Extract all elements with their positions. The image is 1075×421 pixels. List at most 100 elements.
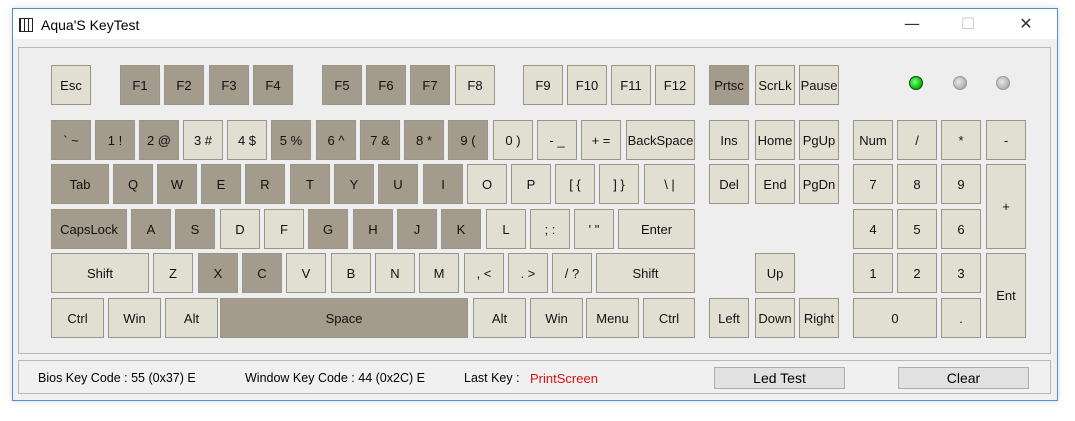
key-p[interactable]: P — [511, 164, 551, 204]
key-numpad-3[interactable]: 3 — [941, 253, 981, 293]
key-left[interactable]: Left — [709, 298, 749, 338]
key-numpad-star[interactable]: * — [941, 120, 981, 160]
key-h[interactable]: H — [353, 209, 393, 249]
key-numpad-2[interactable]: 2 — [897, 253, 937, 293]
key-f1[interactable]: F1 — [120, 65, 160, 105]
key-numpad-4[interactable]: 4 — [853, 209, 893, 249]
key-numpad-7[interactable]: 7 — [853, 164, 893, 204]
key-u[interactable]: U — [378, 164, 418, 204]
key-tab[interactable]: Tab — [51, 164, 109, 204]
key-num-lock[interactable]: Num — [853, 120, 893, 160]
key-f7[interactable]: F7 — [410, 65, 450, 105]
key-w[interactable]: W — [157, 164, 197, 204]
key-scrlk[interactable]: ScrLk — [755, 65, 795, 105]
key-f9[interactable]: F9 — [523, 65, 563, 105]
key-right-shift[interactable]: Shift — [596, 253, 695, 293]
key-6[interactable]: 6 ^ — [316, 120, 356, 160]
key-semicolon[interactable]: ; : — [530, 209, 570, 249]
key-menu[interactable]: Menu — [586, 298, 639, 338]
key-numpad-dot[interactable]: . — [941, 298, 981, 338]
key-r[interactable]: R — [245, 164, 285, 204]
key-f12[interactable]: F12 — [655, 65, 695, 105]
key-x[interactable]: X — [198, 253, 238, 293]
key-f10[interactable]: F10 — [567, 65, 607, 105]
key-f4[interactable]: F4 — [253, 65, 293, 105]
key-left-win[interactable]: Win — [108, 298, 161, 338]
key-numpad-slash[interactable]: / — [897, 120, 937, 160]
key-f11[interactable]: F11 — [611, 65, 651, 105]
key-end[interactable]: End — [755, 164, 795, 204]
key-quote[interactable]: ' " — [574, 209, 614, 249]
key-numpad-1[interactable]: 1 — [853, 253, 893, 293]
key-5[interactable]: 5 % — [271, 120, 311, 160]
key-l[interactable]: L — [486, 209, 526, 249]
key-backspace[interactable]: BackSpace — [626, 120, 695, 160]
key-right-bracket[interactable]: ] } — [599, 164, 639, 204]
key-t[interactable]: T — [290, 164, 330, 204]
maximize-button[interactable]: ☐ — [945, 9, 991, 39]
key-4[interactable]: 4 $ — [227, 120, 267, 160]
key-pause[interactable]: Pause — [799, 65, 839, 105]
key-numpad-6[interactable]: 6 — [941, 209, 981, 249]
key-f2[interactable]: F2 — [164, 65, 204, 105]
key-s[interactable]: S — [175, 209, 215, 249]
key-b[interactable]: B — [331, 253, 371, 293]
key-f3[interactable]: F3 — [209, 65, 249, 105]
key-d[interactable]: D — [220, 209, 260, 249]
key-numpad-9[interactable]: 9 — [941, 164, 981, 204]
key-f8[interactable]: F8 — [455, 65, 495, 105]
minimize-button[interactable]: — — [889, 9, 935, 39]
key-comma[interactable]: , < — [464, 253, 504, 293]
close-button[interactable]: ✕ — [1003, 9, 1049, 39]
key-1[interactable]: 1 ! — [95, 120, 135, 160]
key-k[interactable]: K — [441, 209, 481, 249]
key-0[interactable]: 0 ) — [493, 120, 533, 160]
led-test-button[interactable]: Led Test — [714, 367, 845, 389]
key-backtick[interactable]: ` ~ — [51, 120, 91, 160]
key-left-alt[interactable]: Alt — [165, 298, 218, 338]
key-slash[interactable]: / ? — [552, 253, 592, 293]
key-enter[interactable]: Enter — [618, 209, 695, 249]
key-up[interactable]: Up — [755, 253, 795, 293]
key-8[interactable]: 8 * — [404, 120, 444, 160]
key-g[interactable]: G — [308, 209, 348, 249]
key-n[interactable]: N — [375, 253, 415, 293]
key-c[interactable]: C — [242, 253, 282, 293]
clear-button[interactable]: Clear — [898, 367, 1029, 389]
key-numpad-minus[interactable]: - — [986, 120, 1026, 160]
key-numpad-0[interactable]: 0 — [853, 298, 937, 338]
key-prtsc[interactable]: Prtsc — [709, 65, 749, 105]
key-pgup[interactable]: PgUp — [799, 120, 839, 160]
key-numpad-plus[interactable]: + — [986, 164, 1026, 249]
key-i[interactable]: I — [423, 164, 463, 204]
key-pgdn[interactable]: PgDn — [799, 164, 839, 204]
key-right-ctrl[interactable]: Ctrl — [643, 298, 695, 338]
key-ins[interactable]: Ins — [709, 120, 749, 160]
key-equal[interactable]: + = — [581, 120, 621, 160]
key-9[interactable]: 9 ( — [448, 120, 488, 160]
key-a[interactable]: A — [131, 209, 171, 249]
key-left-shift[interactable]: Shift — [51, 253, 149, 293]
key-down[interactable]: Down — [755, 298, 795, 338]
key-home[interactable]: Home — [755, 120, 795, 160]
key-numpad-8[interactable]: 8 — [897, 164, 937, 204]
key-o[interactable]: O — [467, 164, 507, 204]
key-v[interactable]: V — [286, 253, 326, 293]
key-left-bracket[interactable]: [ { — [555, 164, 595, 204]
key-f6[interactable]: F6 — [366, 65, 406, 105]
key-7[interactable]: 7 & — [360, 120, 400, 160]
key-j[interactable]: J — [397, 209, 437, 249]
key-left-ctrl[interactable]: Ctrl — [51, 298, 104, 338]
key-z[interactable]: Z — [153, 253, 193, 293]
key-space[interactable]: Space — [220, 298, 468, 338]
key-backslash[interactable]: \ | — [644, 164, 695, 204]
key-right-alt[interactable]: Alt — [473, 298, 526, 338]
key-del[interactable]: Del — [709, 164, 749, 204]
key-right-win[interactable]: Win — [530, 298, 583, 338]
key-minus[interactable]: - _ — [537, 120, 577, 160]
key-right[interactable]: Right — [799, 298, 839, 338]
key-e[interactable]: E — [201, 164, 241, 204]
key-numpad-5[interactable]: 5 — [897, 209, 937, 249]
key-q[interactable]: Q — [113, 164, 153, 204]
key-m[interactable]: M — [419, 253, 459, 293]
